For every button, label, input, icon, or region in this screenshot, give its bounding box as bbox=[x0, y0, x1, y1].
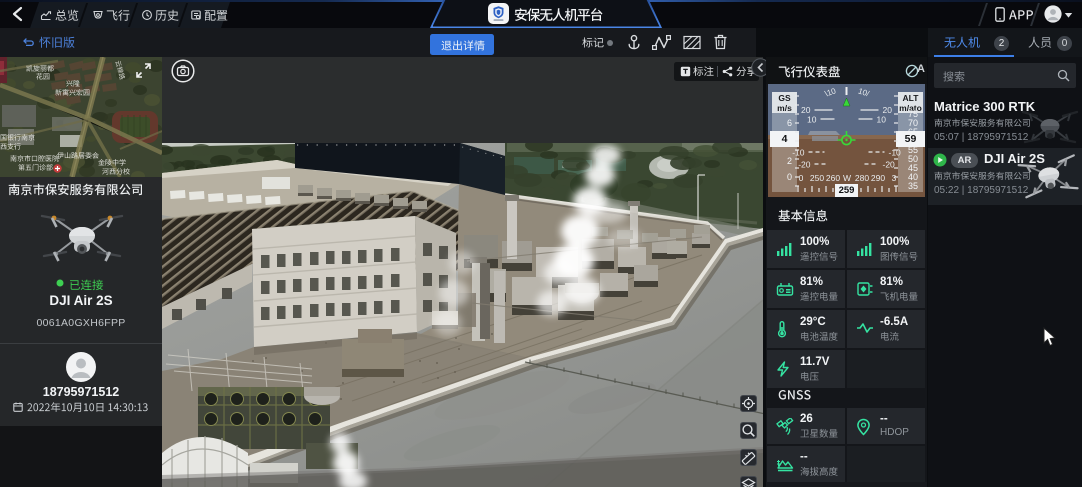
svg-text:20: 20 bbox=[883, 105, 893, 115]
svg-text:280: 280 bbox=[855, 173, 869, 183]
svg-text:290: 290 bbox=[871, 173, 885, 183]
svg-text:-20: -20 bbox=[883, 160, 896, 170]
svg-text:10: 10 bbox=[807, 115, 817, 125]
svg-text:0: 0 bbox=[799, 173, 804, 183]
svg-text:250: 250 bbox=[810, 173, 824, 183]
svg-text:-20: -20 bbox=[798, 160, 811, 170]
svg-text:W: W bbox=[843, 173, 851, 183]
svg-text:260: 260 bbox=[826, 173, 840, 183]
svg-text:20: 20 bbox=[801, 105, 811, 115]
svg-text:3: 3 bbox=[892, 173, 897, 183]
svg-text:10: 10 bbox=[877, 115, 887, 125]
